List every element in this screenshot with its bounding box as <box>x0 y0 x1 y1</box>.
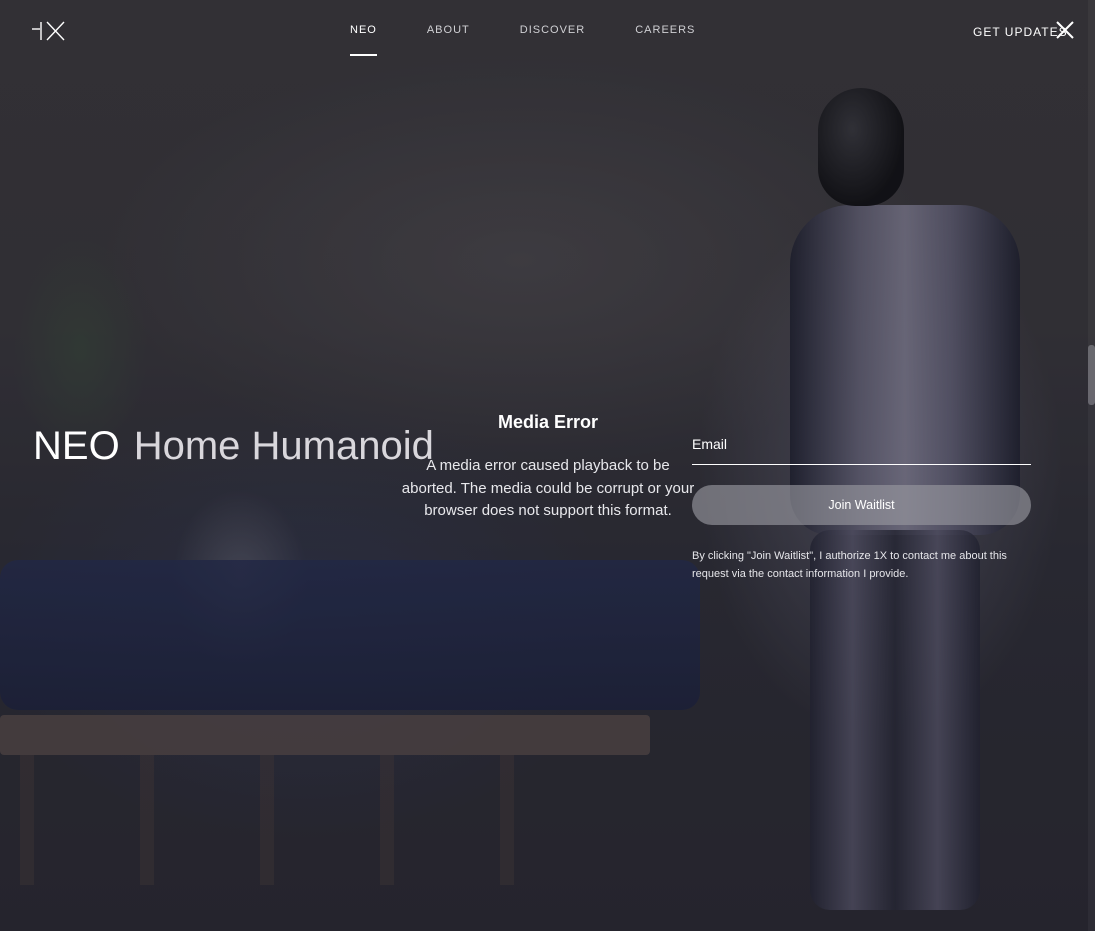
close-icon[interactable] <box>1055 20 1075 40</box>
nav-item-discover[interactable]: DISCOVER <box>520 24 585 56</box>
media-error-text: A media error caused playback to be abor… <box>401 457 695 519</box>
nav-item-careers[interactable]: CAREERS <box>635 24 695 56</box>
scrollbar-thumb[interactable] <box>1088 345 1095 405</box>
waitlist-form: Join Waitlist By clicking "Join Waitlist… <box>692 434 1031 583</box>
hero-title-subtitle: Home Humanoid <box>133 424 434 468</box>
page: NEO ABOUT DISCOVER CAREERS GET UPDATES N… <box>0 0 1095 931</box>
join-waitlist-button[interactable]: Join Waitlist <box>692 485 1031 525</box>
main-nav: NEO ABOUT DISCOVER CAREERS <box>350 24 745 56</box>
media-error-title: Media Error <box>497 412 599 432</box>
hero-title: NEO Home Humanoid <box>33 424 434 469</box>
scrollbar-track[interactable] <box>1088 0 1095 931</box>
nav-item-about[interactable]: ABOUT <box>427 24 470 56</box>
hero-title-product: NEO <box>33 424 120 468</box>
disclaimer-text: By clicking "Join Waitlist", I authorize… <box>692 550 1007 580</box>
get-updates-button[interactable]: GET UPDATES <box>973 25 1068 39</box>
email-field[interactable] <box>692 434 1031 465</box>
media-error-message: Media Error A media error caused playbac… <box>398 412 698 523</box>
nav-item-neo[interactable]: NEO <box>350 24 377 56</box>
logo-icon[interactable] <box>32 20 66 42</box>
